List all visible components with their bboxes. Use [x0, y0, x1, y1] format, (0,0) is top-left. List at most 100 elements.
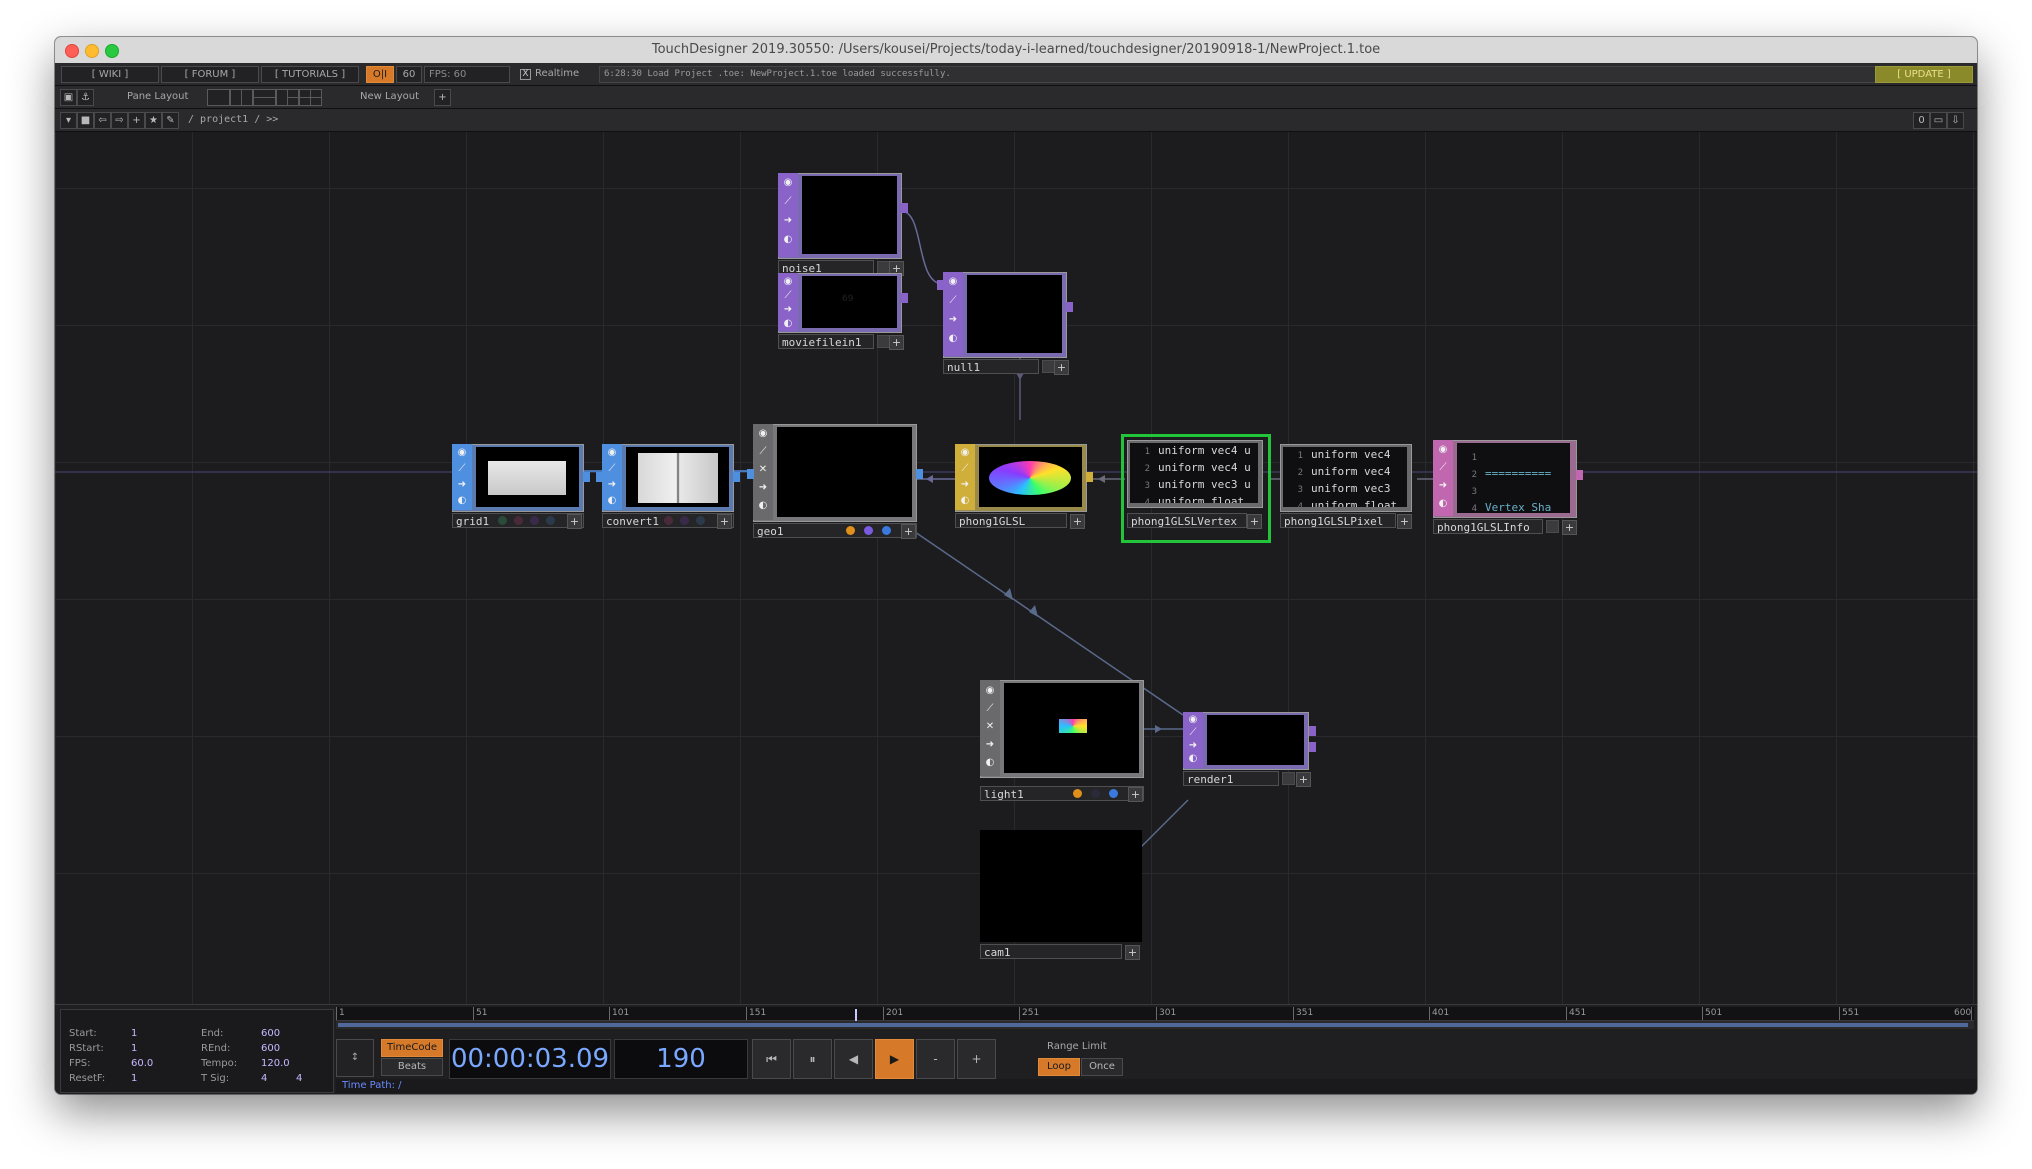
output-connector[interactable] [1309, 726, 1316, 736]
node-dot[interactable] [1073, 789, 1082, 798]
star-icon[interactable]: ★ [145, 112, 162, 129]
close-icon[interactable]: ✕ [756, 463, 770, 477]
lock-icon[interactable]: ◐ [1436, 497, 1450, 511]
edit-icon[interactable]: ✎ [162, 112, 179, 129]
once-button[interactable]: Once [1081, 1058, 1123, 1076]
display-icon[interactable]: ➜ [1436, 479, 1450, 493]
display-icon[interactable]: ➜ [781, 214, 795, 228]
display-icon[interactable]: ➜ [946, 313, 960, 327]
node-dot[interactable] [882, 526, 891, 535]
bypass-icon[interactable]: ⟋ [1436, 461, 1450, 475]
output-connector[interactable] [733, 472, 740, 482]
step-back-button[interactable]: ◀ [834, 1039, 873, 1079]
time-path[interactable]: Time Path: / [336, 1079, 1977, 1093]
node-convert1[interactable]: ◉ ⟋ ➜ ◐ convert1 + [596, 444, 740, 532]
layout-four-pane-icon[interactable] [299, 89, 322, 106]
node-flag[interactable] [1282, 772, 1295, 785]
bypass-icon[interactable]: ⟋ [455, 462, 469, 476]
add-node-button[interactable]: + [717, 514, 732, 529]
viewer-icon[interactable]: ◉ [781, 275, 795, 289]
node-flag[interactable] [1546, 520, 1559, 533]
output-connector[interactable] [583, 472, 590, 482]
network-editor[interactable]: ◉ ⟋ ➜ ◐ noise1 + ◉ ⟋ ➜ ◐ 69 moviefilein1… [55, 132, 1977, 1004]
add-node-button[interactable]: + [1054, 360, 1069, 375]
forward-arrow-icon[interactable]: ⇨ [111, 112, 128, 129]
output-connector-2[interactable] [1309, 742, 1316, 752]
rstart-value[interactable]: 1 [131, 1043, 137, 1054]
viewer-icon[interactable]: ◉ [605, 446, 619, 460]
node-phong1GLSLVertex[interactable]: 1 uniform vec4 u 2 uniform vec4 u 3 uniform… [1121, 434, 1271, 544]
output-connector[interactable] [901, 293, 908, 303]
wiki-button[interactable]: [ WIKI ] [61, 66, 159, 83]
tsig-denominator[interactable]: 4 [296, 1073, 302, 1084]
node-grid1[interactable]: ◉ ⟋ ➜ ◐ grid1 + [452, 444, 590, 532]
node-dot[interactable] [864, 526, 873, 535]
node-cam1[interactable]: cam1 + [980, 830, 1144, 960]
add-node-button[interactable]: + [901, 524, 916, 539]
lock-icon[interactable]: ◐ [983, 756, 997, 770]
light-preview[interactable] [1004, 683, 1139, 773]
back-arrow-icon[interactable]: ⇦ [94, 112, 111, 129]
node-dot[interactable] [514, 516, 523, 525]
layout-single-icon[interactable] [207, 89, 230, 106]
bypass-icon[interactable]: ⟋ [756, 445, 770, 459]
display-icon[interactable]: ➜ [781, 303, 795, 317]
layout-split-horizontal-icon[interactable] [253, 89, 276, 106]
scrollbar-thumb[interactable] [338, 1023, 1968, 1027]
display-icon[interactable]: ➜ [958, 478, 972, 492]
step-plus-button[interactable]: + [957, 1039, 996, 1079]
node-name[interactable]: light1 [980, 786, 1144, 801]
lock-icon[interactable]: ◐ [756, 499, 770, 513]
rend-value[interactable]: 600 [261, 1043, 280, 1054]
loop-button[interactable]: Loop [1038, 1058, 1080, 1076]
display-icon[interactable]: ➜ [605, 478, 619, 492]
node-name[interactable]: cam1 [980, 944, 1122, 959]
node-dot[interactable] [498, 516, 507, 525]
add-node-button[interactable]: + [567, 514, 582, 529]
node-render1[interactable]: ◉ ⟋ ➜ ◐ render1 + [1183, 712, 1319, 792]
output-connector[interactable] [1066, 302, 1073, 312]
timecode-display[interactable]: 00:00:03.09 [449, 1039, 611, 1079]
viewer-icon[interactable]: ◉ [946, 275, 960, 289]
node-phong1GLSL[interactable]: ◉ ⟋ ➜ ◐ phong1GLSL + [955, 444, 1093, 532]
viewer-icon[interactable]: ◉ [958, 446, 972, 460]
timecode-button[interactable]: TimeCode [381, 1039, 443, 1057]
fps-limit-button[interactable]: 60 [396, 66, 422, 83]
add-node-button[interactable]: + [889, 335, 904, 350]
bypass-icon[interactable]: ⟋ [958, 462, 972, 476]
maximize-pane-icon[interactable]: ▭ [1930, 112, 1947, 129]
node-phong1GLSLInfo[interactable]: ◉ ⟋ ➜ ◐ 1 2 ========== 3 4 Vertex Sha phon… [1433, 440, 1583, 540]
add-icon[interactable]: + [128, 112, 145, 129]
close-icon[interactable]: ✕ [983, 720, 997, 734]
grid-preview[interactable] [476, 447, 579, 507]
lock-icon[interactable]: ◐ [946, 332, 960, 346]
start-value[interactable]: 1 [131, 1028, 137, 1039]
bypass-icon[interactable]: ⟋ [983, 702, 997, 716]
tempo-value[interactable]: 120.0 [261, 1058, 290, 1069]
bypass-icon[interactable]: ⟋ [781, 195, 795, 209]
output-connector[interactable] [1086, 472, 1093, 482]
end-value[interactable]: 600 [261, 1028, 280, 1039]
bypass-icon[interactable]: ⟋ [1186, 726, 1200, 740]
node-dot[interactable] [680, 516, 689, 525]
cam-preview[interactable] [980, 830, 1142, 942]
input-connector[interactable] [937, 280, 944, 290]
render-preview[interactable] [1207, 715, 1304, 765]
add-node-button[interactable]: + [1397, 514, 1412, 529]
image-icon[interactable]: ▣ [60, 89, 77, 106]
pause-button[interactable]: ⏸ [793, 1039, 832, 1079]
node-moviefilein1[interactable]: ◉ ⟋ ➜ ◐ 69 moviefilein1 + [778, 273, 908, 353]
input-connector[interactable] [747, 469, 754, 479]
layout-three-pane-icon[interactable] [276, 89, 299, 106]
download-icon[interactable]: ⇩ [1947, 112, 1964, 129]
display-icon[interactable]: ➜ [983, 738, 997, 752]
node-dot[interactable] [846, 526, 855, 535]
step-minus-button[interactable]: - [916, 1039, 955, 1079]
rewind-button[interactable]: ⏮ [752, 1039, 791, 1079]
node-phong1GLSLPixel[interactable]: 1 uniform vec4 2 uniform vec4 3 uniform vec… [1280, 444, 1420, 532]
update-button[interactable]: [ UPDATE ] [1875, 66, 1973, 83]
node-name[interactable]: phong1GLSLVertex [1127, 513, 1247, 528]
node-name[interactable]: moviefilein1 [778, 334, 874, 349]
vertex-code[interactable]: 1 uniform vec4 u 2 uniform vec4 u 3 uniform… [1130, 443, 1258, 503]
add-layout-button[interactable]: + [434, 89, 451, 106]
